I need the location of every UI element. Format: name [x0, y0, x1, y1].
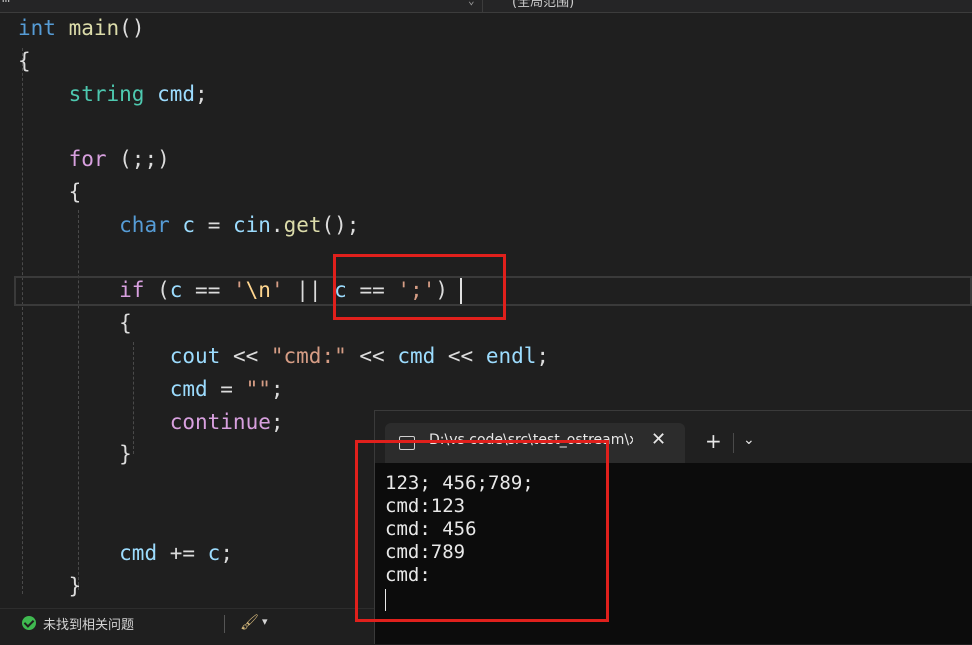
code-token: get	[283, 212, 322, 237]
code-token: if	[119, 278, 145, 303]
code-token: cmd	[169, 376, 208, 401]
check-circle-icon	[22, 616, 36, 630]
code-token: }	[18, 442, 132, 467]
code-token: c	[207, 540, 221, 565]
code-token: ();	[321, 212, 360, 237]
code-token: }	[18, 573, 82, 598]
code-token: c	[169, 278, 183, 303]
issues-status[interactable]: 未找到相关问题	[43, 614, 134, 633]
code-token: {	[18, 48, 31, 73]
code-token: ;	[270, 376, 284, 401]
code-token: \n	[245, 278, 271, 303]
code-token: (;;)	[106, 147, 170, 172]
code-token: <<	[435, 344, 486, 368]
code-token: ;	[195, 81, 208, 106]
code-token: ""	[245, 376, 271, 401]
code-token: '	[270, 278, 284, 303]
code-line[interactable]: cout << "cmd:" << cmd << endl;	[18, 340, 549, 372]
scope-dropdown[interactable]: (全局范围)	[512, 0, 574, 10]
code-line[interactable]: string cmd;	[18, 78, 208, 110]
code-line[interactable]: char c = cin.get();	[18, 209, 359, 241]
code-token: <<	[220, 344, 271, 368]
code-token: ()	[119, 16, 145, 40]
code-token: "cmd:"	[270, 344, 347, 368]
code-token: cmd	[157, 81, 196, 106]
code-token: c	[182, 212, 196, 237]
code-token: .	[270, 212, 284, 237]
annotation-box-condition	[333, 254, 506, 320]
brush-icon[interactable]: 🖌	[240, 613, 259, 631]
code-token: ;	[270, 409, 284, 434]
code-line[interactable]: for (;;)	[18, 143, 170, 175]
code-token: endl	[485, 344, 537, 368]
code-token: string	[68, 81, 145, 106]
code-token: ||	[283, 278, 335, 303]
code-line[interactable]: {	[18, 45, 31, 77]
chevron-down-icon[interactable]: ⌄	[743, 432, 755, 448]
code-line[interactable]: cmd = "";	[18, 373, 284, 405]
code-token: cout	[169, 344, 221, 368]
chevron-down-icon[interactable]: ▾	[262, 615, 268, 628]
code-line[interactable]: int main()	[18, 12, 144, 44]
code-token: '	[232, 278, 246, 303]
code-token: for	[68, 147, 107, 172]
new-tab-button[interactable]: +	[705, 429, 722, 453]
code-token: =	[207, 376, 246, 401]
code-token: {	[18, 180, 82, 204]
code-line[interactable]: continue;	[18, 406, 284, 438]
code-token: <<	[346, 344, 398, 368]
status-bar: 未找到相关问题 🖌 ▾	[0, 608, 374, 645]
chevron-down-icon[interactable]: ⌄	[468, 0, 475, 7]
code-token: main	[68, 16, 120, 40]
code-token: cmd	[119, 540, 158, 565]
code-line[interactable]: {	[18, 176, 82, 208]
code-token: cmd	[397, 344, 436, 368]
member-dropdown[interactable]: m ⌄	[0, 0, 483, 12]
code-line[interactable]: }	[18, 570, 82, 602]
code-token: ==	[182, 278, 233, 303]
code-token: int	[18, 16, 56, 40]
code-token: (	[144, 278, 170, 303]
code-token: cin	[232, 212, 271, 237]
code-token: ;	[220, 540, 233, 565]
close-icon[interactable]: ✕	[651, 429, 666, 450]
code-token: {	[18, 311, 132, 336]
divider	[224, 615, 225, 633]
dropdown-text-fragment: m	[2, 0, 10, 6]
code-line[interactable]: {	[18, 307, 132, 339]
code-token: char	[119, 212, 170, 237]
code-line[interactable]: }	[18, 438, 132, 470]
code-token: ;	[536, 344, 550, 368]
annotation-box-output	[355, 440, 609, 622]
code-line[interactable]: cmd += c;	[18, 537, 233, 569]
divider	[733, 433, 734, 453]
code-token: =	[195, 212, 233, 237]
code-token: continue	[169, 409, 271, 434]
code-token: +=	[157, 540, 208, 565]
